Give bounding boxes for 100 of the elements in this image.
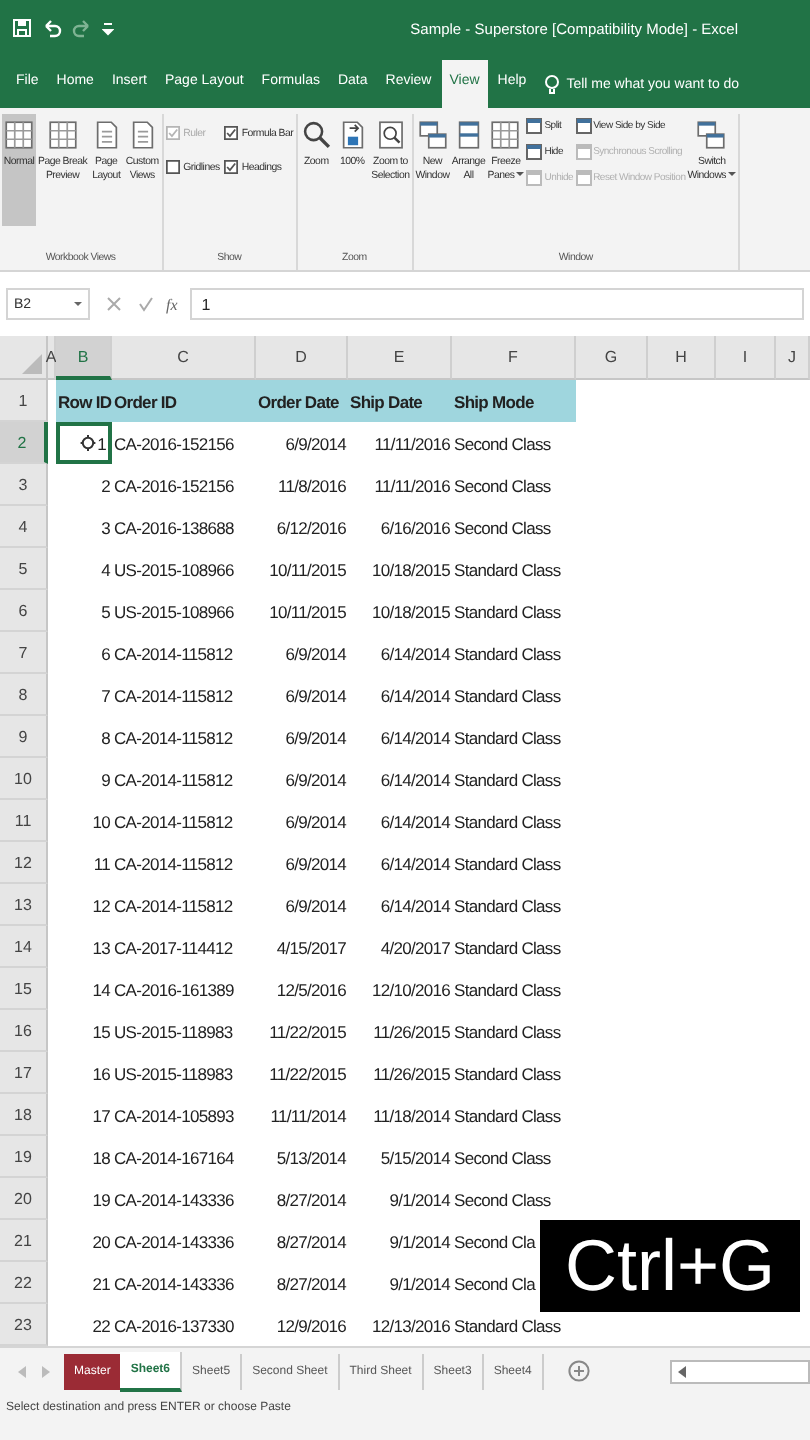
table-cell-text: 11/22/2015 [267,1019,348,1045]
check-icon[interactable] [138,296,154,312]
formula-input[interactable]: 1 [189,288,804,320]
table-cell-text: 12 [90,893,112,919]
table-cell-text: 17 [90,1103,112,1129]
window-icon [575,118,592,134]
horizontal-scrollbar[interactable] [670,1359,810,1383]
table-cell-text: Standard Class [452,1103,563,1129]
table-cell-text: Standard Class [452,851,563,877]
checkbox[interactable] [165,160,180,174]
table-cell-text: US-2015-108966 [112,599,236,625]
table-cell-text: CA-2014-143336 [112,1229,236,1255]
column-header[interactable]: J [776,336,810,380]
active-cell[interactable]: 1 [56,422,112,464]
column-header[interactable]: E [348,336,452,380]
row-header[interactable]: 14 [0,926,48,968]
column-header[interactable]: B [56,336,112,380]
column-header[interactable]: F [452,336,576,380]
table-cell-text: US-2015-108966 [112,557,236,583]
checkbox[interactable] [223,126,238,140]
insert-function-button[interactable]: fx [162,295,182,313]
table-cell-text: CA-2014-115812 [112,767,235,793]
row-header[interactable]: 18 [0,1094,48,1136]
table-cell-text: 6/9/2014 [283,851,348,877]
column-header[interactable]: D [256,336,348,380]
save-icon[interactable] [12,18,32,38]
table-cell-text: Standard Class [452,893,563,919]
table-cell-text: 6/9/2014 [283,809,348,835]
row-header[interactable]: 13 [0,884,48,926]
grid-icon [45,118,80,152]
row-header[interactable]: 2 [0,422,48,464]
table-cell-text: 11/18/2014 [371,1103,452,1129]
table-cell-text: Second Cla [452,1229,538,1255]
table-cell-text: 6/14/2014 [378,641,452,667]
column-header[interactable]: G [576,336,648,380]
table-cell-text: 6/16/2016 [378,515,452,541]
row-header[interactable]: 4 [0,506,48,548]
table-cell-text: 9/1/2014 [387,1187,452,1213]
table-cell-text: 6/14/2014 [378,809,452,835]
row-header[interactable]: 11 [0,800,48,842]
customize-icon[interactable] [102,18,114,38]
row-header[interactable]: 12 [0,842,48,884]
table-cell-text: Standard Class [452,641,563,667]
table-cell-text: 6/9/2014 [283,683,348,709]
row-header[interactable]: 10 [0,758,48,800]
row-header[interactable]: 7 [0,632,48,674]
table-cell-text: CA-2014-115812 [112,851,235,877]
column-header[interactable]: I [716,336,776,380]
table-cell-text: 20 [90,1229,112,1255]
window-icon [526,144,543,160]
table-cell-text: 7 [99,683,112,709]
table-cell-text: 8/27/2014 [274,1229,348,1255]
row-header[interactable]: 20 [0,1178,48,1220]
row-header[interactable]: 3 [0,464,48,506]
table-cell-text: 12/10/2016 [369,977,452,1003]
table-cell-text: Second Class [452,473,553,499]
table-cell-text: CA-2014-105893 [112,1103,236,1129]
table-cell-text: Second Class [452,515,553,541]
row-header[interactable]: 17 [0,1052,48,1094]
table-cell-text: CA-2016-161389 [112,977,236,1003]
row-header[interactable]: 23 [0,1304,48,1346]
table-cell-text: CA-2014-143336 [112,1271,236,1297]
table-cell-text: 11/22/2015 [267,1061,348,1087]
windows-icon [415,118,450,152]
scroll-left-icon[interactable] [676,1363,688,1379]
row-header[interactable]: 19 [0,1136,48,1178]
window-icon [526,118,543,134]
table-cell-text: 11/11/2016 [372,473,452,499]
row-header[interactable]: 22 [0,1262,48,1304]
row-header[interactable]: 6 [0,590,48,632]
column-header[interactable]: H [648,336,716,380]
row-header[interactable]: 16 [0,1010,48,1052]
table-cell-text: CA-2014-115812 [112,893,235,919]
table-cell-text: Second Class [452,1145,553,1171]
table-cell-text: 3 [99,515,112,541]
row-header[interactable]: 9 [0,716,48,758]
row-header[interactable]: 5 [0,548,48,590]
table-cell-text: Standard Class [452,683,563,709]
column-header[interactable]: C [112,336,256,380]
window-icon [526,170,543,186]
add-sheet-icon[interactable] [567,1360,590,1382]
table-cell-text: 18 [90,1145,112,1171]
table-cell-text: 2 [99,473,112,499]
table-cell-text: 6/14/2014 [378,893,452,919]
row-header[interactable]: 1 [0,380,48,422]
caret-icon[interactable] [728,172,737,177]
checkbox[interactable] [223,160,238,174]
table-cell-text: 6/9/2014 [283,893,348,919]
table-cell-text: 22 [90,1313,112,1339]
row-header[interactable]: 21 [0,1220,48,1262]
table-cell-text: 11/26/2015 [371,1019,452,1045]
table-cell-text: 21 [90,1271,112,1297]
table-cell-text: 12/13/2016 [369,1313,452,1339]
table-cell-text: Standard Class [452,1019,563,1045]
table-cell-text: 6/9/2014 [283,767,348,793]
undo-icon[interactable] [42,18,62,38]
table-cell-text: 16 [90,1061,112,1087]
row-header[interactable]: 8 [0,674,48,716]
table-cell: Ship Date [348,380,452,422]
row-header[interactable]: 15 [0,968,48,1010]
